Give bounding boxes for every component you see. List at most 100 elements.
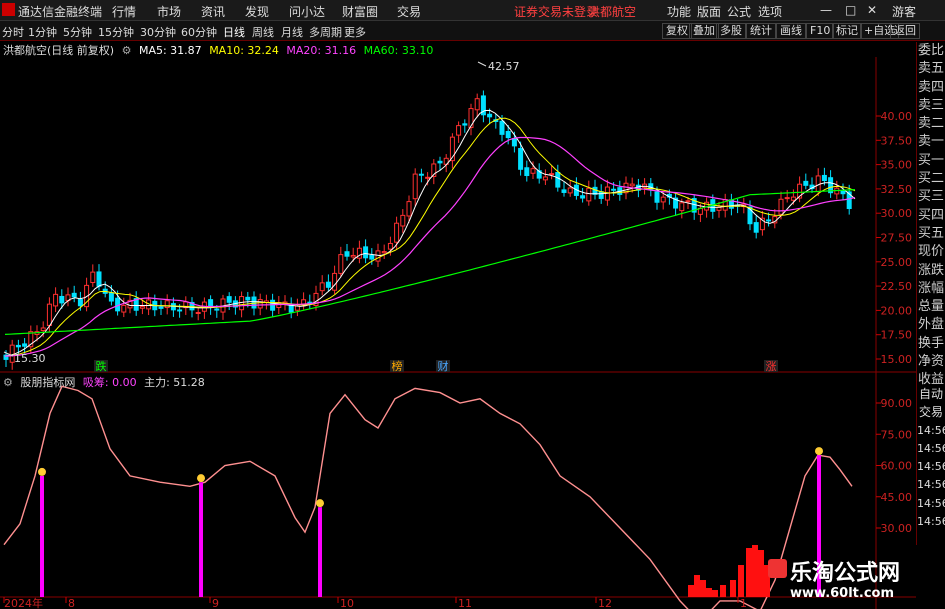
signal-bar: [199, 482, 203, 597]
candle-body: [332, 272, 338, 291]
indicator-legend: ⚙ 股朋指标网 吸筹: 0.00 主力: 51.28: [3, 374, 209, 389]
xichou-bar: [746, 548, 752, 597]
stats-button[interactable]: 统计: [746, 23, 776, 39]
period-tab[interactable]: 分时: [2, 24, 24, 40]
candle-body: [567, 187, 573, 194]
draw-button[interactable]: 画线: [776, 23, 806, 39]
side-label[interactable]: 买二: [917, 170, 945, 188]
candle-body: [586, 187, 592, 202]
side-label[interactable]: 现价: [917, 243, 945, 261]
side-label[interactable]: 换手: [917, 335, 945, 353]
period-tab-more[interactable]: 更多: [344, 24, 366, 40]
chart-canvas: 40.00 37.50 35.00 32.50 30.00 27.50 25.00 22.50…: [0, 1, 943, 609]
mark-button[interactable]: 标记: [832, 23, 862, 39]
ma10-line: [4, 117, 856, 357]
candle-body: [580, 195, 586, 199]
settings-icon[interactable]: ⚙: [3, 376, 13, 389]
menu-item-market[interactable]: 行情: [112, 3, 136, 20]
price-axis-label: 27.50: [881, 232, 913, 245]
multi-stock-button[interactable]: 多股: [716, 23, 746, 39]
date-label: 8: [68, 597, 75, 609]
candle-body: [561, 189, 567, 193]
side-label[interactable]: 委比: [917, 42, 945, 60]
watermark-logo-icon: [768, 559, 787, 578]
menu-item-layout[interactable]: 版面: [697, 3, 721, 20]
menu-item-discover[interactable]: 发现: [245, 3, 269, 20]
guest-label[interactable]: 游客: [892, 3, 916, 20]
event-marker: 涨: [766, 360, 777, 373]
side-label[interactable]: 买四: [917, 207, 945, 225]
side-label[interactable]: 涨跌: [917, 262, 945, 280]
side-label[interactable]: 净资: [917, 353, 945, 371]
candle-body: [629, 183, 635, 187]
f10-button[interactable]: F10: [806, 23, 835, 39]
menu-item-news[interactable]: 资讯: [201, 3, 225, 20]
candle-body: [177, 309, 183, 312]
side-label[interactable]: 卖一: [917, 133, 945, 151]
period-tab[interactable]: 15分钟: [98, 24, 134, 40]
auto-label[interactable]: 自动: [917, 385, 945, 403]
side-label[interactable]: 涨幅: [917, 280, 945, 298]
ma5-line: [4, 109, 856, 357]
time-label: 14:56: [917, 423, 945, 437]
close-icon[interactable]: ✕: [867, 3, 877, 17]
low-price-label: 15.30: [14, 352, 46, 365]
candle-body: [542, 176, 548, 181]
period-tab[interactable]: 60分钟: [181, 24, 217, 40]
menu-item-trade[interactable]: 交易: [397, 3, 421, 20]
candle-body: [226, 296, 232, 303]
watermark: 乐淘公式网 www.60lt.com: [768, 555, 918, 605]
side-label[interactable]: 总量: [917, 298, 945, 316]
time-label: 14:56: [917, 515, 945, 529]
period-tab[interactable]: 30分钟: [140, 24, 176, 40]
menu-item-function[interactable]: 功能: [667, 3, 691, 20]
menu-item-wealth[interactable]: 财富圈: [342, 3, 378, 20]
ma-legend: 洪都航空(日线 前复权) ⚙ MA5: 31.87 MA10: 32.24 MA…: [3, 42, 437, 57]
trade-label[interactable]: 交易: [917, 403, 945, 421]
candle-body: [598, 191, 604, 199]
side-label[interactable]: 卖二: [917, 115, 945, 133]
side-label[interactable]: 卖三: [917, 97, 945, 115]
menu-item-formula[interactable]: 公式: [727, 3, 751, 20]
minimize-icon[interactable]: —: [820, 3, 832, 17]
candle-body: [784, 197, 790, 200]
side-label[interactable]: 买五: [917, 225, 945, 243]
event-marker: 财: [438, 359, 449, 373]
candle-body: [437, 160, 443, 164]
period-tab[interactable]: 5分钟: [63, 24, 92, 40]
maximize-icon[interactable]: □: [845, 3, 856, 17]
candle-body: [611, 188, 617, 191]
candle-body: [96, 271, 102, 287]
candle-body: [821, 174, 827, 181]
fuquan-button[interactable]: 复权: [662, 23, 692, 39]
zhuli-label: 主力: 51.28: [144, 376, 205, 389]
price-axis-label: 25.00: [881, 256, 913, 269]
settings-icon[interactable]: ⚙: [122, 44, 132, 57]
login-alert[interactable]: 证券交易未登录: [514, 3, 598, 20]
indicator-axis-label: 30.00: [881, 522, 913, 535]
period-tab[interactable]: 多周期: [309, 24, 342, 40]
side-label[interactable]: 卖四: [917, 79, 945, 97]
side-label[interactable]: 卖五: [917, 60, 945, 78]
side-label[interactable]: 买一: [917, 152, 945, 170]
period-tab[interactable]: 1分钟: [28, 24, 57, 40]
stock-period-label: 洪都航空(日线 前复权): [3, 44, 115, 57]
candle-body: [505, 130, 511, 139]
price-axis-label: 17.50: [881, 329, 913, 342]
back-button[interactable]: 返回: [890, 23, 920, 39]
period-tab[interactable]: 周线: [252, 24, 274, 40]
xichou-bar: [694, 575, 700, 597]
event-marker: 跌: [96, 359, 107, 373]
xichou-label: 吸筹: 0.00: [82, 376, 137, 389]
candle-body: [549, 173, 555, 176]
xichou-bar: [700, 580, 706, 597]
overlay-button[interactable]: 叠加: [689, 23, 719, 39]
side-label[interactable]: 外盘: [917, 316, 945, 334]
menu-item-ask[interactable]: 问小达: [289, 3, 325, 20]
candle-body: [22, 343, 28, 347]
menu-item-shichang[interactable]: 市场: [157, 3, 181, 20]
menu-item-options[interactable]: 选项: [758, 3, 782, 20]
period-tab[interactable]: 月线: [281, 24, 303, 40]
period-tab-active[interactable]: 日线: [223, 24, 245, 40]
side-label[interactable]: 买三: [917, 188, 945, 206]
